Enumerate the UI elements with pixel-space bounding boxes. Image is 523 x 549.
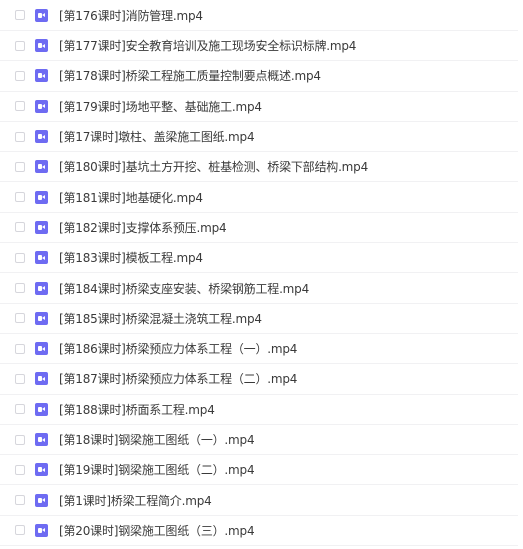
file-name[interactable]: [第184课时]桥梁支座安装、桥梁钢筋工程.mp4 xyxy=(59,280,309,297)
file-name[interactable]: [第181课时]地基硬化.mp4 xyxy=(59,189,203,206)
video-file-icon xyxy=(35,69,48,83)
row-checkbox[interactable] xyxy=(15,525,25,536)
file-name[interactable]: [第180课时]基坑土方开挖、桩基检测、桥梁下部结构.mp4 xyxy=(59,158,368,175)
row-checkbox[interactable] xyxy=(15,343,25,354)
file-row[interactable]: [第181课时]地基硬化.mp4 xyxy=(0,182,518,213)
video-file-icon xyxy=(35,8,48,22)
row-checkbox[interactable] xyxy=(15,70,25,81)
file-name[interactable]: [第176课时]消防管理.mp4 xyxy=(59,7,203,24)
video-file-icon xyxy=(35,372,48,386)
file-name[interactable]: [第183课时]模板工程.mp4 xyxy=(59,249,203,266)
row-checkbox[interactable] xyxy=(15,313,25,324)
file-name[interactable]: [第185课时]桥梁混凝土浇筑工程.mp4 xyxy=(59,310,262,327)
video-file-icon xyxy=(35,130,48,144)
file-name[interactable]: [第18课时]钢梁施工图纸（一）.mp4 xyxy=(59,431,255,448)
file-row[interactable]: [第188课时]桥面系工程.mp4 xyxy=(0,395,518,425)
file-row[interactable]: [第176课时]消防管理.mp4 xyxy=(0,0,518,31)
file-row[interactable]: [第19课时]钢梁施工图纸（二）.mp4 xyxy=(0,455,518,486)
row-checkbox[interactable] xyxy=(15,464,25,475)
video-file-icon xyxy=(35,342,48,356)
file-name[interactable]: [第179课时]场地平整、基础施工.mp4 xyxy=(59,98,262,115)
row-checkbox[interactable] xyxy=(15,10,25,20)
row-checkbox[interactable] xyxy=(15,495,25,506)
file-name[interactable]: [第178课时]桥梁工程施工质量控制要点概述.mp4 xyxy=(59,67,321,84)
video-file-icon xyxy=(35,433,48,446)
video-file-icon xyxy=(35,160,48,174)
file-row[interactable]: [第20课时]钢梁施工图纸（三）.mp4 xyxy=(0,516,518,547)
file-name[interactable]: [第186课时]桥梁预应力体系工程（一）.mp4 xyxy=(59,340,297,357)
file-row[interactable]: [第178课时]桥梁工程施工质量控制要点概述.mp4 xyxy=(0,61,518,92)
file-list: [第176课时]消防管理.mp4 [第177课时]安全教育培训及施工现场安全标识… xyxy=(0,0,523,549)
file-row[interactable]: [第183课时]模板工程.mp4 xyxy=(0,243,518,274)
file-name[interactable]: [第177课时]安全教育培训及施工现场安全标识标牌.mp4 xyxy=(59,37,356,54)
file-name[interactable]: [第20课时]钢梁施工图纸（三）.mp4 xyxy=(59,522,255,539)
row-checkbox[interactable] xyxy=(15,434,25,445)
video-file-icon xyxy=(35,493,48,507)
row-checkbox[interactable] xyxy=(15,192,25,203)
row-checkbox[interactable] xyxy=(15,222,25,233)
row-checkbox[interactable] xyxy=(15,161,25,172)
file-row[interactable]: [第177课时]安全教育培训及施工现场安全标识标牌.mp4 xyxy=(0,31,518,62)
file-name[interactable]: [第182课时]支撑体系预压.mp4 xyxy=(59,219,227,236)
file-row[interactable]: [第180课时]基坑土方开挖、桩基检测、桥梁下部结构.mp4 xyxy=(0,152,518,183)
row-checkbox[interactable] xyxy=(15,101,25,112)
file-row[interactable]: [第17课时]墩柱、盖梁施工图纸.mp4 xyxy=(0,122,518,153)
file-row[interactable]: [第1课时]桥梁工程简介.mp4 xyxy=(0,485,518,516)
file-name[interactable]: [第19课时]钢梁施工图纸（二）.mp4 xyxy=(59,461,255,478)
row-checkbox[interactable] xyxy=(15,252,25,263)
file-name[interactable]: [第188课时]桥面系工程.mp4 xyxy=(59,401,215,418)
file-row[interactable]: [第187课时]桥梁预应力体系工程（二）.mp4 xyxy=(0,364,518,395)
file-row[interactable]: [第185课时]桥梁混凝土浇筑工程.mp4 xyxy=(0,304,518,334)
video-file-icon xyxy=(35,251,48,265)
video-file-icon xyxy=(35,523,48,537)
row-checkbox[interactable] xyxy=(15,283,25,294)
video-file-icon xyxy=(35,99,48,113)
video-file-icon xyxy=(35,402,48,416)
file-row[interactable]: [第186课时]桥梁预应力体系工程（一）.mp4 xyxy=(0,334,518,365)
file-row[interactable]: [第18课时]钢梁施工图纸（一）.mp4 xyxy=(0,425,518,456)
video-file-icon xyxy=(35,220,48,234)
file-name[interactable]: [第17课时]墩柱、盖梁施工图纸.mp4 xyxy=(59,128,255,145)
row-checkbox[interactable] xyxy=(15,131,25,142)
row-checkbox[interactable] xyxy=(15,40,25,51)
file-row[interactable]: [第184课时]桥梁支座安装、桥梁钢筋工程.mp4 xyxy=(0,273,518,304)
video-file-icon xyxy=(35,39,48,53)
file-name[interactable]: [第187课时]桥梁预应力体系工程（二）.mp4 xyxy=(59,370,297,387)
video-file-icon xyxy=(35,311,48,325)
file-row[interactable]: [第179课时]场地平整、基础施工.mp4 xyxy=(0,92,518,122)
video-file-icon xyxy=(35,190,48,204)
file-row[interactable]: [第182课时]支撑体系预压.mp4 xyxy=(0,213,518,244)
row-checkbox[interactable] xyxy=(15,404,25,415)
video-file-icon xyxy=(35,281,48,295)
video-file-icon xyxy=(35,463,48,477)
row-checkbox[interactable] xyxy=(15,373,25,384)
file-name[interactable]: [第1课时]桥梁工程简介.mp4 xyxy=(59,492,212,509)
